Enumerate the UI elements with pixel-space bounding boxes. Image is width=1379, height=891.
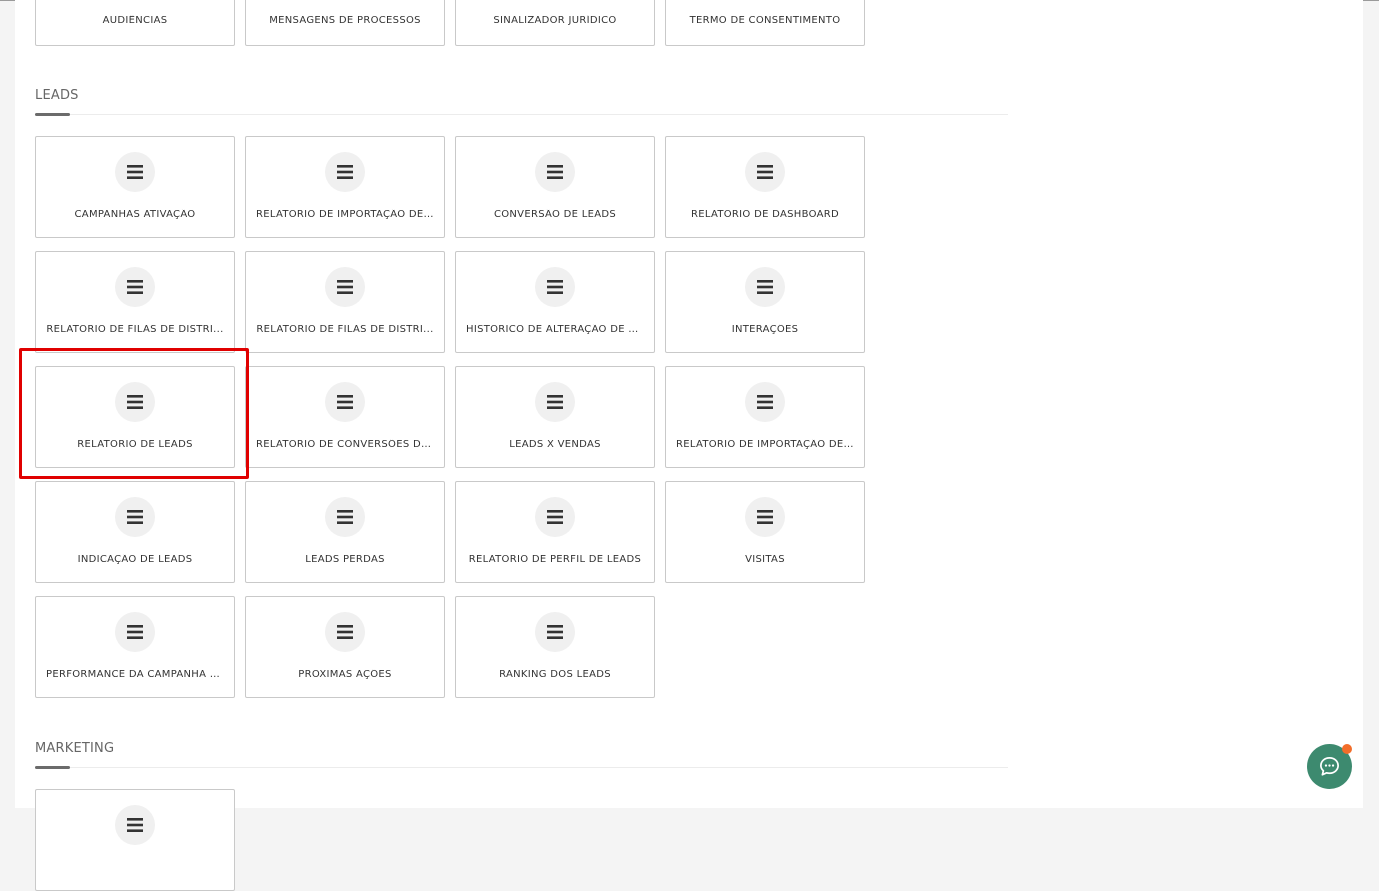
report-card[interactable]: LEADS PERDAS xyxy=(245,481,445,583)
report-icon-circle xyxy=(535,152,575,192)
report-card-label: VISITAS xyxy=(745,554,785,565)
report-card-label: CAMPANHAS ATIVAÇÃO xyxy=(74,209,196,220)
list-icon xyxy=(127,165,143,179)
list-icon xyxy=(127,818,143,832)
report-card-label: RELATÓRIO DE IMPORTAÇÃO DE ... xyxy=(256,209,434,220)
report-card-label: RELATÓRIO DE PERFIL DE LEADS xyxy=(468,554,642,565)
report-icon-circle xyxy=(535,497,575,537)
report-card-mensagens-de-processos[interactable]: MENSAGENS DE PROCESSOS xyxy=(245,0,445,46)
list-icon xyxy=(127,510,143,524)
report-icon-circle xyxy=(325,152,365,192)
report-card-label: MENSAGENS DE PROCESSOS xyxy=(269,15,421,26)
list-icon xyxy=(547,280,563,294)
report-card-marketing-first[interactable] xyxy=(35,789,235,891)
report-card-label: PERFORMANCE DA CAMPANHA D... xyxy=(46,669,224,680)
report-card[interactable]: HISTÓRICO DE ALTERAÇÃO DE L... xyxy=(455,251,655,353)
report-card-label: INTERAÇÕES xyxy=(731,324,799,335)
report-card-label: PRÓXIMAS AÇÕES xyxy=(298,669,392,680)
report-card[interactable]: CONVERSÃO DE LEADS xyxy=(455,136,655,238)
list-icon xyxy=(127,280,143,294)
list-icon xyxy=(547,625,563,639)
report-card-label: RANKING DOS LEADS xyxy=(499,669,611,680)
report-icon-circle xyxy=(745,267,785,307)
report-card[interactable]: RELATÓRIO DE CONVERSÕES DE... xyxy=(245,366,445,468)
report-icon-circle xyxy=(115,382,155,422)
report-card-label: RELATÓRIO DE DASHBOARD xyxy=(691,209,839,220)
report-card[interactable]: RELATÓRIO DE DASHBOARD xyxy=(665,136,865,238)
section-divider xyxy=(35,767,1008,768)
list-icon xyxy=(337,165,353,179)
report-card-label: RELATÓRIO DE LEADS xyxy=(77,439,193,450)
report-card-label: RELATÓRIO DE FILAS DE DISTRI... xyxy=(46,324,224,335)
section-divider xyxy=(35,114,1008,115)
report-card[interactable]: INTERAÇÕES xyxy=(665,251,865,353)
list-icon xyxy=(337,280,353,294)
report-icon-circle xyxy=(325,382,365,422)
report-card-label: INDICAÇÃO DE LEADS xyxy=(77,554,193,565)
list-icon xyxy=(127,395,143,409)
list-icon xyxy=(547,510,563,524)
report-card[interactable]: PRÓXIMAS AÇÕES xyxy=(245,596,445,698)
report-card[interactable]: RELATÓRIO DE IMPORTAÇÃO DE ... xyxy=(245,136,445,238)
report-icon-circle xyxy=(115,805,155,845)
reports-panel: AUDIÊNCIAS MENSAGENS DE PROCESSOS SINALI… xyxy=(15,0,1363,891)
report-icon-circle xyxy=(535,612,575,652)
report-card[interactable]: RELATÓRIO DE PERFIL DE LEADS xyxy=(455,481,655,583)
report-icon-circle xyxy=(325,267,365,307)
report-card[interactable]: RELATÓRIO DE LEADS xyxy=(35,366,235,468)
report-card[interactable]: RELATÓRIO DE FILAS DE DISTRI... xyxy=(245,251,445,353)
report-icon-circle xyxy=(115,497,155,537)
list-icon xyxy=(757,510,773,524)
report-card-label: RELATÓRIO DE FILAS DE DISTRI... xyxy=(256,324,434,335)
report-card[interactable]: RANKING DOS LEADS xyxy=(455,596,655,698)
report-icon-circle xyxy=(325,612,365,652)
list-icon xyxy=(757,280,773,294)
report-card-audiencias[interactable]: AUDIÊNCIAS xyxy=(35,0,235,46)
report-card[interactable]: LEADS X VENDAS xyxy=(455,366,655,468)
report-card-label: RELATÓRIO DE CONVERSÕES DE... xyxy=(256,439,434,450)
section-accent-bar xyxy=(35,766,70,769)
list-icon xyxy=(547,395,563,409)
section-accent-bar xyxy=(35,113,70,116)
list-icon xyxy=(547,165,563,179)
report-card-label: HISTÓRICO DE ALTERAÇÃO DE L... xyxy=(466,324,644,335)
report-card[interactable]: PERFORMANCE DA CAMPANHA D... xyxy=(35,596,235,698)
section-title-marketing: MARKETING xyxy=(35,741,115,756)
report-icon-circle xyxy=(115,267,155,307)
report-card[interactable]: RELATÓRIO DE IMPORTAÇÃO DE ... xyxy=(665,366,865,468)
report-card-termo-de-consentimento[interactable]: TERMO DE CONSENTIMENTO xyxy=(665,0,865,46)
report-icon-circle xyxy=(745,382,785,422)
report-card-label: SINALIZADOR JURÍDICO xyxy=(493,15,617,26)
report-icon-circle xyxy=(115,152,155,192)
report-icon-circle xyxy=(115,612,155,652)
report-card[interactable]: VISITAS xyxy=(665,481,865,583)
report-card-label: RELATÓRIO DE IMPORTAÇÃO DE ... xyxy=(676,439,854,450)
list-icon xyxy=(757,395,773,409)
list-icon xyxy=(337,625,353,639)
report-card-label: TERMO DE CONSENTIMENTO xyxy=(689,15,841,26)
report-card-label: CONVERSÃO DE LEADS xyxy=(493,209,617,220)
report-icon-circle xyxy=(535,267,575,307)
report-icon-circle xyxy=(535,382,575,422)
report-card-label: LEADS PERDAS xyxy=(305,554,385,565)
report-card[interactable]: RELATÓRIO DE FILAS DE DISTRI... xyxy=(35,251,235,353)
report-card[interactable]: CAMPANHAS ATIVAÇÃO xyxy=(35,136,235,238)
report-icon-circle xyxy=(745,497,785,537)
section-title-leads: LEADS xyxy=(35,88,79,103)
report-card[interactable]: INDICAÇÃO DE LEADS xyxy=(35,481,235,583)
list-icon xyxy=(757,165,773,179)
report-icon-circle xyxy=(745,152,785,192)
report-card-label: LEADS X VENDAS xyxy=(509,439,601,450)
list-icon xyxy=(337,395,353,409)
report-card-sinalizador-juridico[interactable]: SINALIZADOR JURÍDICO xyxy=(455,0,655,46)
list-icon xyxy=(337,510,353,524)
report-card-label: AUDIÊNCIAS xyxy=(102,15,168,26)
report-icon-circle xyxy=(325,497,365,537)
notification-dot xyxy=(1342,744,1352,754)
chat-bubble-icon xyxy=(1320,757,1339,776)
list-icon xyxy=(127,625,143,639)
